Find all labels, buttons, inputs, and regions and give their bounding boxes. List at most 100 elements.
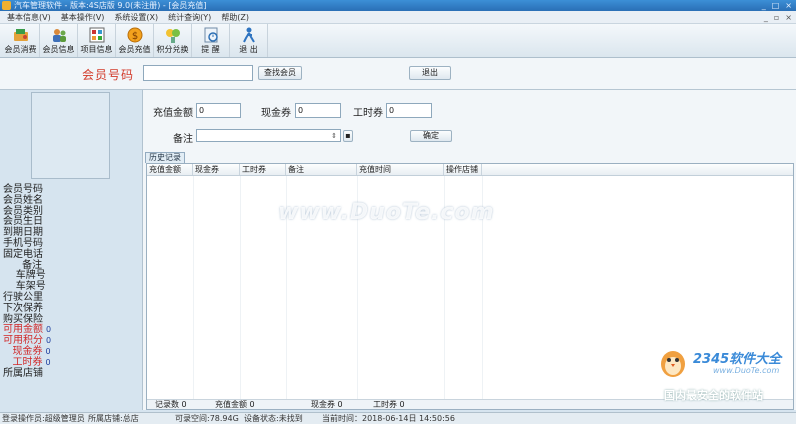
exit-button[interactable]: 退 出 — [230, 24, 268, 57]
col-labor-coupon[interactable]: 工时券 — [240, 164, 286, 175]
remark-extra-button[interactable]: ▪ — [343, 130, 353, 142]
member-consume-icon — [12, 26, 30, 44]
mdi-controls: _ ▫ × — [764, 11, 792, 24]
member-info-label: 所属店铺 — [3, 367, 43, 379]
find-member-button[interactable]: 查找会员 — [258, 66, 302, 80]
toolbar: 会员消费 会员信息 项目信息 $ 会员充值 积分兑换 提 醒 退 出 — [0, 24, 796, 58]
cash-coupon-input[interactable]: 0 — [295, 103, 341, 118]
duote-watermark: www.DuoTe.com — [278, 200, 495, 225]
member-info-label: 工时券 — [3, 356, 43, 368]
remark-label: 备注 — [173, 134, 193, 145]
mascot-icon — [661, 351, 685, 377]
footer-amount: 充值金额 0 — [215, 400, 255, 409]
mdi-close-button[interactable]: × — [785, 11, 792, 24]
cash-coupon-label: 现金券 — [261, 108, 291, 119]
member-recharge-icon: $ — [126, 26, 144, 44]
member-info-row: 所属店铺 — [3, 367, 141, 380]
member-info-icon — [50, 26, 68, 44]
window-title: 汽车管理软件 - 版本:4S店版 9.0(未注册) - [会员充值] — [14, 1, 207, 10]
column-divider — [193, 176, 194, 400]
brand-text: 2345软件大全 — [693, 352, 782, 367]
col-remark[interactable]: 备注 — [286, 164, 357, 175]
app-icon — [2, 1, 11, 10]
member-no-input[interactable] — [143, 65, 253, 81]
member-info-value: 0 — [46, 336, 52, 346]
maximize-button[interactable]: □ — [772, 0, 780, 11]
status-store: 所属店铺:总店 — [88, 414, 139, 423]
col-recharge-amount[interactable]: 充值金额 — [147, 164, 193, 175]
member-search-bar: 会员号码 查找会员 退出 — [0, 58, 796, 90]
member-photo — [31, 92, 110, 179]
member-recharge-button[interactable]: $ 会员充值 — [116, 24, 154, 57]
tab-history[interactable]: 历史记录 — [145, 152, 185, 163]
member-info-value: 0 — [45, 357, 51, 367]
menu-bar: 基本信息(V) 基本操作(V) 系统设置(X) 统计查询(Y) 帮助(Z) _ … — [0, 11, 796, 24]
member-info-value: 0 — [45, 346, 51, 356]
member-info-label: 可用积分 — [3, 335, 43, 347]
recharge-amount-input[interactable]: 0 — [196, 103, 241, 118]
brand-url: www.DuoTe.com — [713, 366, 780, 375]
member-consume-button[interactable]: 会员消费 — [2, 24, 40, 57]
brand-slogan: 国内最安全的软件站 — [664, 389, 763, 402]
member-info-label: 下次保养 — [3, 302, 43, 314]
points-exchange-icon — [164, 26, 182, 44]
menu-system-settings[interactable]: 系统设置(X) — [109, 11, 163, 23]
member-no-label: 会员号码 — [82, 68, 135, 82]
member-info-value: 0 — [46, 325, 52, 335]
col-recharge-time[interactable]: 充值时间 — [357, 164, 444, 175]
menu-basic-info[interactable]: 基本信息(V) — [2, 11, 56, 23]
status-login: 登录操作员:超级管理员 — [2, 414, 85, 423]
member-info-panel: 会员号码 会员姓名 会员类别 会员生日 到期日期 手机号码 固定电话 备注 车牌号 车架号行… — [0, 90, 143, 410]
member-info-label: 到期日期 — [3, 227, 43, 239]
footer-labor: 工时券 0 — [373, 400, 405, 409]
labor-coupon-label: 工时券 — [353, 108, 383, 119]
exit-icon — [240, 26, 258, 44]
member-info-list: 会员号码 会员姓名 会员类别 会员生日 到期日期 手机号码 固定电话 备注 车牌号 车架号行… — [3, 184, 141, 380]
mdi-minimize-button[interactable]: _ — [764, 11, 768, 24]
status-time: 当前时间：2018-06-14日 14:50:56 — [322, 414, 455, 423]
close-button[interactable]: × — [785, 0, 792, 11]
member-info-label: 会员生日 — [3, 216, 43, 228]
mdi-restore-button[interactable]: ▫ — [774, 11, 779, 24]
title-bar: 汽车管理软件 - 版本:4S店版 9.0(未注册) - [会员充值] _ □ × — [0, 0, 796, 11]
window-controls: _ □ × — [762, 0, 792, 11]
member-info-label: 手机号码 — [3, 237, 43, 249]
project-info-icon — [88, 26, 106, 44]
member-info-label: 购买保险 — [3, 313, 43, 325]
exit-form-button[interactable]: 退出 — [409, 66, 451, 80]
menu-statistics[interactable]: 统计查询(Y) — [163, 11, 216, 23]
col-operation-store[interactable]: 操作店铺 — [444, 164, 482, 175]
member-info-label: 车牌号 — [3, 270, 46, 282]
member-info-button[interactable]: 会员信息 — [40, 24, 78, 57]
site-watermark: 2345软件大全 www.DuoTe.com 国内最安全的软件站 — [653, 344, 796, 406]
member-info-label: 会员姓名 — [3, 194, 43, 206]
member-info-label: 会员类别 — [3, 205, 43, 217]
reminder-button[interactable]: 提 醒 — [192, 24, 230, 57]
member-info-label: 行驶公里 — [3, 291, 43, 303]
status-device: 设备状态:未找到 — [244, 414, 303, 423]
history-grid-header: 充值金额 现金券 工时券 备注 充值时间 操作店铺 — [147, 164, 793, 176]
status-space: 可录空间:78.94G — [175, 414, 239, 423]
menu-help[interactable]: 帮助(Z) — [216, 11, 254, 23]
footer-records: 记录数 0 — [155, 400, 187, 409]
member-info-label: 车架号 — [3, 281, 46, 293]
footer-cash: 现金券 0 — [311, 400, 343, 409]
labor-coupon-input[interactable]: 0 — [386, 103, 432, 118]
member-info-label: 会员号码 — [3, 184, 43, 195]
svg-text:$: $ — [131, 31, 137, 42]
member-info-label: 可用金额 — [3, 324, 43, 336]
menu-basic-ops[interactable]: 基本操作(V) — [56, 11, 110, 23]
project-info-button[interactable]: 项目信息 — [78, 24, 116, 57]
member-info-label: 备注 — [3, 259, 43, 271]
minimize-button[interactable]: _ — [762, 0, 766, 11]
column-divider — [240, 176, 241, 400]
col-cash-coupon[interactable]: 现金券 — [193, 164, 240, 175]
remark-combo[interactable]: ⇕ — [196, 129, 341, 142]
chevron-down-icon[interactable]: ⇕ — [329, 131, 339, 142]
member-info-label: 现金券 — [3, 345, 43, 357]
points-exchange-button[interactable]: 积分兑换 — [154, 24, 192, 57]
status-bar: 登录操作员:超级管理员 所属店铺:总店 可录空间:78.94G 设备状态:未找到… — [0, 412, 796, 424]
confirm-button[interactable]: 确定 — [410, 130, 452, 142]
member-info-label: 固定电话 — [3, 248, 43, 260]
reminder-icon — [202, 26, 220, 44]
